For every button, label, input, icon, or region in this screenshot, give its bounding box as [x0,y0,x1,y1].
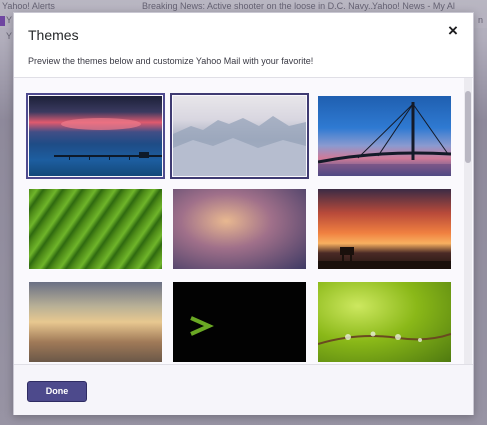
theme-pier-sunset[interactable] [26,93,165,179]
themes-grid [14,78,473,364]
scrollbar-thumb[interactable] [465,91,471,163]
pier-sunset-image [54,118,162,160]
theme-beach-sunset[interactable] [318,189,451,269]
misty-mountains-image [173,116,306,176]
theme-golden-blur[interactable] [29,282,162,362]
dialog-footer: Done [14,364,473,415]
scrollbar[interactable] [464,78,472,364]
themes-dialog: Themes × Preview the themes below and cu… [13,12,474,415]
dialog-subtitle: Preview the themes below and customize Y… [28,56,314,66]
terminal-prompt-image [190,316,214,336]
theme-misty-mountains[interactable] [170,93,309,179]
theme-green-leaf[interactable] [29,189,162,269]
theme-terminal-prompt[interactable] [173,282,306,362]
dialog-title: Themes [28,27,79,43]
bridge-dusk-image [318,102,451,176]
dew-drops-image [318,331,451,345]
theme-bridge-dusk[interactable] [318,96,451,176]
close-icon[interactable]: × [444,22,462,40]
theme-dew-drops[interactable] [318,282,451,362]
done-button[interactable]: Done [27,381,87,402]
beach-sunset-image [318,247,451,269]
theme-purple-blur[interactable] [173,189,306,269]
